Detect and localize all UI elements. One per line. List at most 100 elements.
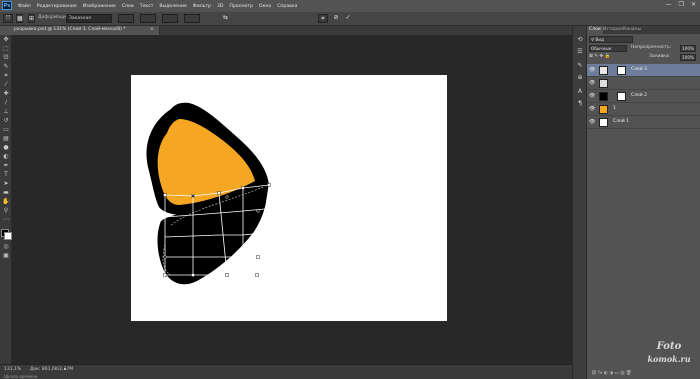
window-controls: — ❐ ✕ [666, 1, 696, 8]
toggle-warp-icon[interactable]: ⊞ [28, 14, 35, 23]
tab-channels[interactable]: Каналы [621, 26, 643, 34]
bend-field[interactable] [118, 14, 134, 23]
paragraph-panel-icon[interactable]: ¶ [576, 100, 584, 108]
layer-row[interactable]: 👁 Слой 2 копия [587, 77, 700, 90]
dodge-tool-icon[interactable]: ◐ [2, 153, 10, 160]
opacity-label: Непрозрачность: [631, 45, 672, 50]
quick-select-tool-icon[interactable]: ✎ [2, 63, 10, 70]
opacity-field[interactable]: 100% [680, 45, 696, 52]
document-tab-close[interactable]: × [150, 27, 154, 32]
blur-tool-icon[interactable]: ● [2, 144, 10, 151]
lock-icons[interactable]: ⊠ ✎ ✥ 🔒 [589, 53, 610, 61]
character-panel-icon[interactable]: A [576, 88, 584, 96]
menu-help[interactable]: Справка [277, 4, 297, 9]
pen-tool-icon[interactable]: ✒ [2, 162, 10, 169]
visibility-eye-icon[interactable]: 👁 [589, 80, 595, 86]
brush-tool-icon[interactable]: ∕ [2, 99, 10, 106]
transform-tool-icon[interactable]: ⤧ [3, 14, 13, 23]
visibility-eye-icon[interactable]: 👁 [589, 119, 595, 125]
layer-row[interactable]: 👁 Слой 1 [587, 116, 700, 129]
menu-select[interactable]: Выделение [159, 4, 186, 9]
warp-mode-select[interactable]: Заказная [66, 14, 112, 23]
extra-field[interactable] [184, 14, 200, 23]
site-watermark: Foto komok.ru [644, 341, 694, 373]
path-select-tool-icon[interactable]: ➤ [2, 180, 10, 187]
marquee-tool-icon[interactable]: ⬚ [2, 45, 10, 52]
visibility-eye-icon[interactable]: 👁 [589, 93, 595, 99]
move-tool-icon[interactable]: ✥ [2, 36, 10, 43]
layer-thumbnail [599, 79, 608, 88]
brush-panel-icon[interactable]: ✎ [576, 62, 584, 70]
layer-row[interactable]: 👁 Слой 2 [587, 90, 700, 103]
menu-filter[interactable]: Фильтр [193, 4, 211, 9]
visibility-eye-icon[interactable]: 👁 [589, 67, 595, 73]
artwork [146, 102, 271, 285]
restore-button[interactable]: ❐ [679, 1, 684, 8]
layer-thumbnail [599, 92, 608, 101]
panel-tabs: Слои История Каналы [587, 26, 700, 34]
screen-mode-icon[interactable]: ▣ [2, 252, 10, 259]
photoshop-logo: Ps [2, 1, 12, 10]
layer-name: 1 [613, 106, 616, 111]
cancel-icon[interactable]: ⊘ [331, 14, 341, 23]
layer-filter-select[interactable]: ⚲ Вид [589, 36, 633, 43]
close-window-button[interactable]: ✕ [691, 1, 696, 8]
panel-icon-strip: ⟲ ☰ ✎ ⊕ A ¶ [572, 26, 586, 379]
zoom-level[interactable]: 131,1% [4, 367, 21, 372]
menu-file[interactable]: Файл [18, 4, 31, 9]
layer-row[interactable]: 👁 1 [587, 103, 700, 116]
type-tool-icon[interactable]: T [2, 171, 10, 178]
status-arrow-icon[interactable]: ▸ [64, 367, 66, 372]
watermark-line-2: komok.ru [647, 354, 691, 364]
minimize-button[interactable]: — [666, 1, 672, 8]
layer-name: Слой 2 копия [613, 80, 645, 85]
reference-point-icon[interactable]: ▦ [16, 14, 23, 23]
quick-mask-icon[interactable]: ◎ [2, 243, 10, 250]
edit-toolbar-icon[interactable]: ⋯ [2, 216, 10, 223]
history-brush-tool-icon[interactable]: ↺ [2, 117, 10, 124]
menu-image[interactable]: Изображение [83, 4, 116, 9]
menu-edit[interactable]: Редактирование [37, 4, 77, 9]
menu-type[interactable]: Текст [140, 4, 154, 9]
fill-label: Заливка: [649, 54, 671, 59]
visibility-eye-icon[interactable]: 👁 [589, 106, 595, 112]
timeline-label[interactable]: Шкала времени [4, 374, 37, 379]
clone-source-icon[interactable]: ⊕ [576, 74, 584, 82]
background-color-swatch[interactable] [4, 232, 12, 240]
doc-info[interactable]: Док: 861,6K/2,37M [30, 367, 73, 372]
menu-window[interactable]: Окно [259, 4, 271, 9]
layer-thumbnail [599, 118, 608, 127]
layer-name: Слой 2 [631, 93, 647, 98]
zoom-tool-icon[interactable]: ⚲ [2, 207, 10, 214]
crop-tool-icon[interactable]: ⌗ [2, 72, 10, 79]
properties-panel-icon[interactable]: ☰ [576, 48, 584, 56]
warp-mode-switch-icon[interactable]: ⌗ [318, 14, 328, 23]
lasso-tool-icon[interactable]: ᘎ [2, 54, 10, 61]
horizontal-distortion-field[interactable] [140, 14, 156, 23]
layer-row[interactable]: 👁 Слой 3 [587, 64, 700, 77]
menu-layers[interactable]: Слои [122, 4, 134, 9]
layer-name: Слой 3 [631, 67, 647, 72]
menu-3d[interactable]: 3D [217, 4, 223, 9]
hand-tool-icon[interactable]: ✋ [2, 198, 10, 205]
fill-field[interactable]: 100% [680, 54, 696, 61]
eyedropper-tool-icon[interactable]: ⁄ [2, 81, 10, 88]
shape-tool-icon[interactable]: ▬ [2, 189, 10, 196]
healing-tool-icon[interactable]: ✚ [2, 90, 10, 97]
blend-mode-select[interactable]: Обычные [589, 45, 627, 52]
orientation-icon[interactable]: ⇆ [222, 14, 229, 23]
layer-panel-footer-icons[interactable]: ⛓ fx ◐ ◑ ▭ ▤ 🗑 [591, 370, 632, 378]
layer-mask-thumbnail[interactable] [617, 66, 626, 75]
document-canvas[interactable] [131, 75, 447, 321]
layer-mask-thumbnail[interactable] [617, 92, 626, 101]
layer-thumbnail [599, 105, 608, 114]
document-tab[interactable]: разрывка.psd @ 131% (Слой 3, Слой-маска/… [0, 26, 160, 35]
history-panel-icon[interactable]: ⟲ [576, 36, 584, 44]
clone-stamp-tool-icon[interactable]: ⊥ [2, 108, 10, 115]
menu-view[interactable]: Просмотр [229, 4, 253, 9]
commit-icon[interactable]: ✓ [343, 14, 353, 23]
vertical-distortion-field[interactable] [162, 14, 178, 23]
eraser-tool-icon[interactable]: ▭ [2, 126, 10, 133]
gradient-tool-icon[interactable]: ▤ [2, 135, 10, 142]
options-bar: ⤧ ▦ ⊞ Деформация: Заказная ⇆ ⌗ ⊘ ✓ [0, 12, 700, 26]
